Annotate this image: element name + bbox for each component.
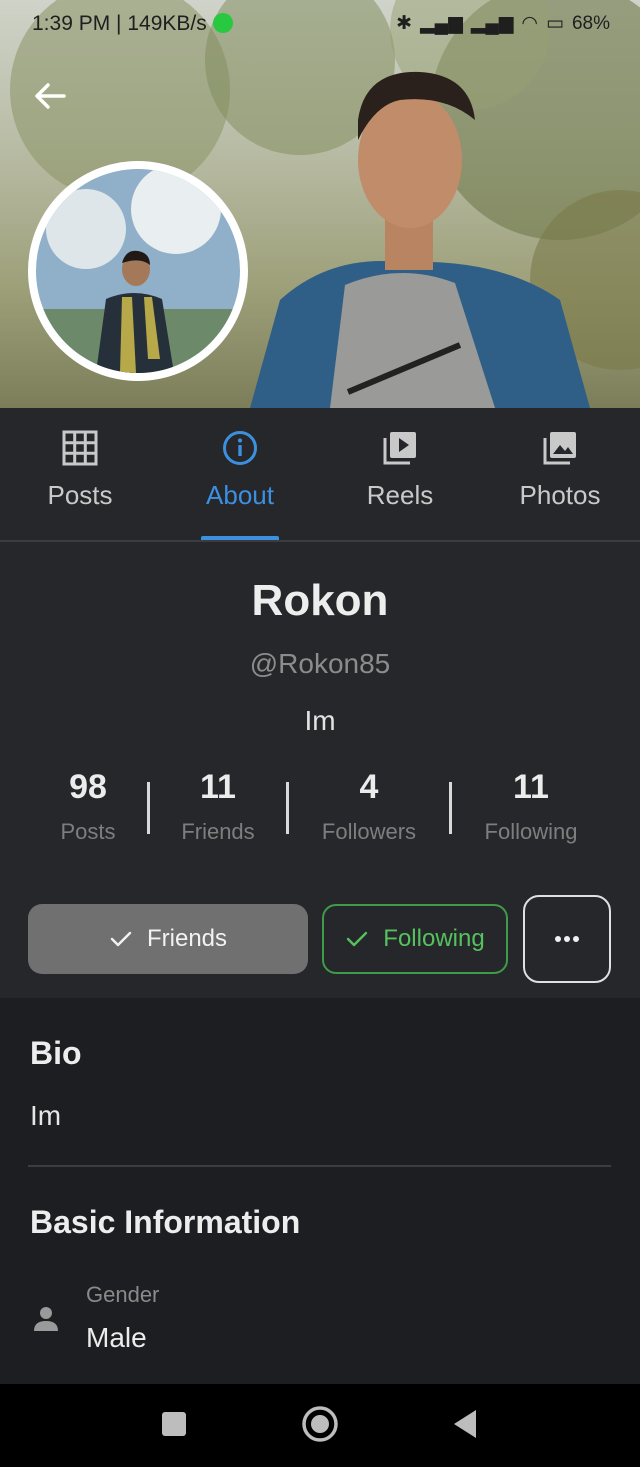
basic-info-title: Basic Information: [30, 1204, 301, 1240]
gender-value: Male: [86, 1322, 147, 1353]
profile-name: Rokon: [251, 576, 389, 625]
stat-posts[interactable]: 98 Posts: [28, 768, 148, 845]
battery-icon: ▭: [546, 13, 564, 34]
more-options-button[interactable]: [523, 895, 611, 983]
bio-title: Bio: [30, 1035, 82, 1071]
tab-indicator: [201, 536, 279, 540]
bio-text: Im: [30, 1100, 62, 1131]
check-icon: [110, 931, 132, 947]
section-divider: [28, 1165, 611, 1167]
battery-level: 68%: [571, 12, 610, 34]
cover-photo[interactable]: 1:39 PM | 149KB/s ✱ ▂▄▆ ▂▄▆ ◠ ▭ 68%: [0, 0, 640, 408]
tab-photos[interactable]: Photos: [480, 408, 640, 540]
more-horizontal-icon: [555, 936, 579, 942]
stat-following[interactable]: 11 Following: [456, 768, 606, 845]
profile-bio-short: Im: [304, 705, 336, 736]
stat-label: Followers: [321, 819, 417, 844]
stat-label: Friends: [181, 819, 255, 844]
check-icon: [347, 931, 368, 947]
recent-apps-icon[interactable]: [154, 1404, 194, 1444]
friends-button-label: Friends: [146, 925, 228, 952]
stat-divider: [449, 782, 452, 834]
following-button-label: Following: [383, 925, 485, 952]
system-nav-bar: [0, 1384, 640, 1467]
tab-reels[interactable]: Reels: [320, 408, 480, 540]
gender-label: Gender: [86, 1282, 160, 1307]
stat-label: Posts: [60, 819, 116, 844]
status-icons: ✱ ▂▄▆ ▂▄▆ ◠ ▭ 68%: [396, 12, 610, 35]
stat-followers[interactable]: 4 Followers: [292, 768, 446, 845]
avatar[interactable]: [28, 161, 248, 381]
stat-label: Following: [484, 819, 578, 844]
photos-icon: [543, 432, 576, 465]
tab-label: Reels: [366, 480, 434, 510]
bluetooth-icon: ✱: [396, 13, 413, 34]
signal-icon: ▂▄▆: [420, 13, 463, 34]
wifi-icon: ◠: [521, 13, 539, 34]
back-arrow-icon[interactable]: [30, 76, 70, 116]
tab-about[interactable]: About: [160, 408, 320, 540]
profile-tabs: Posts About Reels Photos: [0, 408, 640, 542]
stat-value: 4: [359, 768, 379, 806]
reels-icon: [383, 432, 416, 465]
status-bar: 1:39 PM | 149KB/s ✱ ▂▄▆ ▂▄▆ ◠ ▭ 68%: [0, 8, 640, 40]
person-icon: [34, 1307, 58, 1331]
friends-button[interactable]: Friends: [28, 904, 308, 974]
following-button[interactable]: Following: [322, 904, 508, 974]
tab-posts[interactable]: Posts: [0, 408, 160, 540]
signal-icon: ▂▄▆: [470, 13, 514, 34]
info-icon: [223, 431, 257, 465]
tab-label: Photos: [519, 480, 601, 510]
stat-value: 11: [200, 768, 236, 806]
avatar-image: [36, 169, 240, 373]
stat-friends[interactable]: 11 Friends: [152, 768, 284, 845]
status-time: 1:39 PM | 149KB/s: [32, 12, 233, 36]
stat-value: 98: [69, 768, 107, 806]
back-triangle-icon[interactable]: [446, 1404, 486, 1444]
tab-label: About: [206, 480, 274, 510]
stat-divider: [286, 782, 289, 834]
home-icon[interactable]: [300, 1404, 340, 1444]
profile-handle: @Rokon85: [249, 648, 391, 679]
tab-label: Posts: [47, 480, 113, 510]
stat-divider: [147, 782, 150, 834]
grid-icon: [62, 430, 98, 466]
stat-value: 11: [513, 768, 549, 806]
whatsapp-icon: [212, 13, 233, 33]
